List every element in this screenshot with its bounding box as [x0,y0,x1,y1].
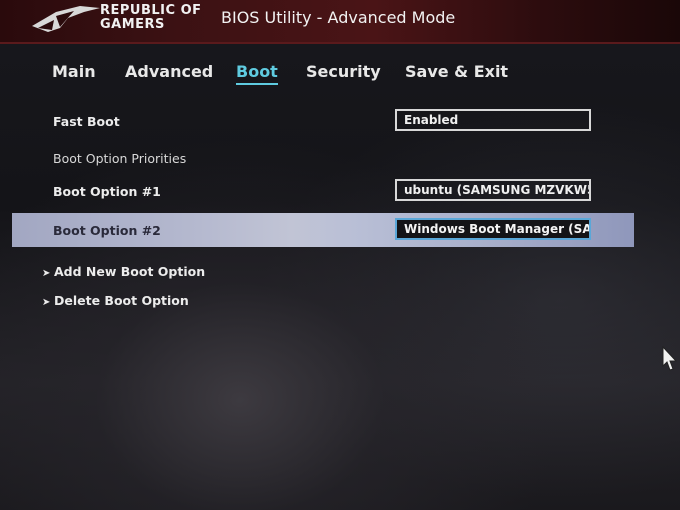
boot-option-2-select[interactable]: Windows Boot Manager (SAMSUNG MZVKW512HM… [395,218,591,240]
mouse-pointer-icon [662,346,678,371]
boot-option-2-row[interactable]: Boot Option #2 Windows Boot Manager (SAM… [12,213,634,247]
rog-eye-logo-icon [32,6,100,32]
boot-option-1-label: Boot Option #1 [53,184,161,199]
fast-boot-label: Fast Boot [53,114,120,129]
brand-line1: REPUBLIC OF [100,3,202,18]
brand-line2: GAMERS [100,17,165,32]
tab-main[interactable]: Main [52,62,96,81]
delete-boot-option-label: Delete Boot Option [54,293,189,308]
add-new-boot-option[interactable]: ➤ Add New Boot Option [42,264,205,279]
boot-option-2-label: Boot Option #2 [53,223,161,238]
chevron-right-icon: ➤ [42,268,51,279]
delete-boot-option[interactable]: ➤ Delete Boot Option [42,293,189,308]
add-boot-option-label: Add New Boot Option [54,264,206,279]
window-title: BIOS Utility - Advanced Mode [221,8,456,27]
chevron-right-icon: ➤ [42,297,51,308]
header-bar: REPUBLIC OF GAMERS BIOS Utility - Advanc… [0,0,680,44]
tab-save-exit[interactable]: Save & Exit [405,62,508,81]
boot-option-1-select[interactable]: ubuntu (SAMSUNG MZVKW512HMJP-00000) [395,179,591,201]
bios-screen: REPUBLIC OF GAMERS BIOS Utility - Advanc… [0,0,680,510]
tab-advanced[interactable]: Advanced [125,62,213,81]
boot-priorities-heading: Boot Option Priorities [53,151,187,166]
fast-boot-select[interactable]: Enabled [395,109,591,131]
tab-security[interactable]: Security [306,62,381,81]
brand-text: REPUBLIC OF GAMERS [100,4,202,32]
tab-boot[interactable]: Boot [236,62,278,85]
